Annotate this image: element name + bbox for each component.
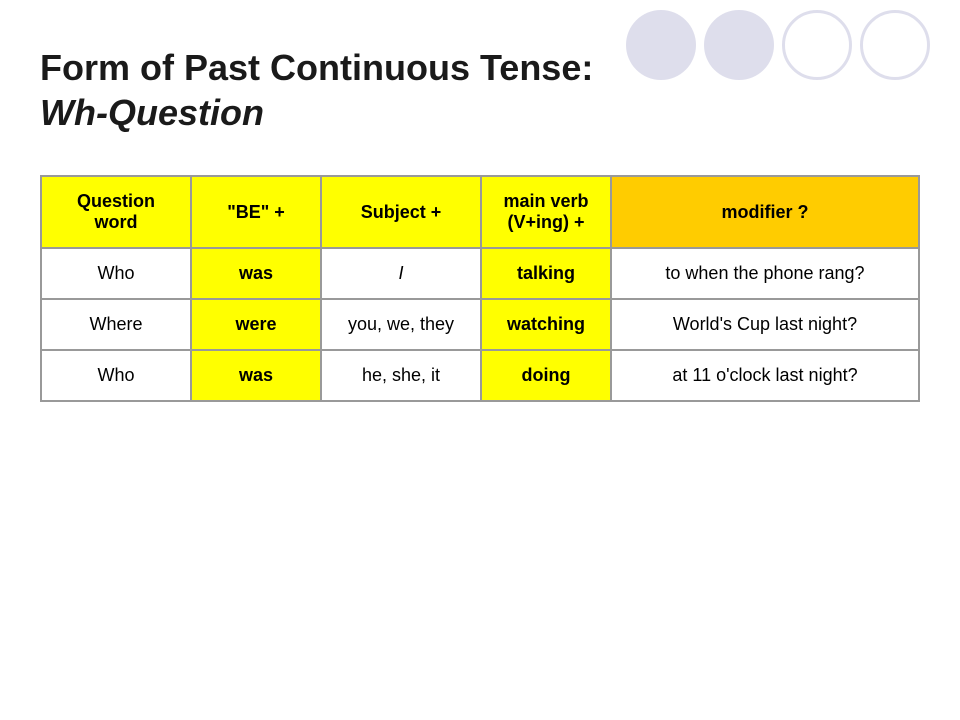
row2-be: were [191,299,321,350]
row3-modifier: at 11 o'clock last night? [611,350,919,401]
header-mainverb: main verb (V+ing) + [481,176,611,248]
row1-modifier: to when the phone rang? [611,248,919,299]
row3-mainverb: doing [481,350,611,401]
row3-be: was [191,350,321,401]
row1-mainverb: talking [481,248,611,299]
circle-4 [860,10,930,80]
table-row: Who was I talking to when the phone rang… [41,248,919,299]
row2-modifier: World's Cup last night? [611,299,919,350]
header-be: "BE" + [191,176,321,248]
row1-subject: I [321,248,481,299]
circle-3 [782,10,852,80]
header-modifier: modifier ? [611,176,919,248]
table-header-row: Question word "BE" + Subject + main verb… [41,176,919,248]
row3-subject: he, she, it [321,350,481,401]
row2-qword: Where [41,299,191,350]
grammar-table: Question word "BE" + Subject + main verb… [40,175,920,402]
table-row: Who was he, she, it doing at 11 o'clock … [41,350,919,401]
row1-qword: Who [41,248,191,299]
header-subject: Subject + [321,176,481,248]
row2-mainverb: watching [481,299,611,350]
row2-subject: you, we, they [321,299,481,350]
title-line2: Wh-Question [40,92,264,133]
row1-be: was [191,248,321,299]
decorative-circles [626,10,930,80]
table-row: Where were you, we, they watching World'… [41,299,919,350]
row3-qword: Who [41,350,191,401]
circle-1 [626,10,696,80]
title-line1: Form of Past Continuous Tense: [40,47,593,88]
circle-2 [704,10,774,80]
header-qword: Question word [41,176,191,248]
page-container: Form of Past Continuous Tense: Wh-Questi… [0,0,960,720]
